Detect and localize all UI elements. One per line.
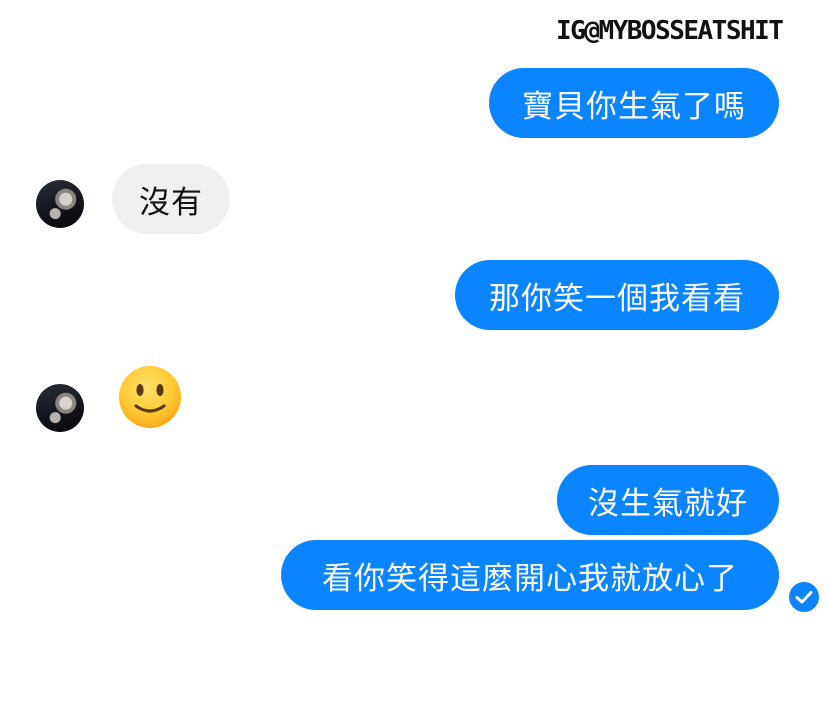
contact-avatar[interactable] [36,384,84,432]
slightly-smiling-face-emoji[interactable] [117,364,183,430]
contact-avatar[interactable] [36,180,84,228]
message-text: 沒有 [139,184,203,221]
message-text: 看你笑得這麼開心我就放心了 [322,560,738,597]
message-text: 那你笑一個我看看 [489,280,745,317]
message-text: 寶貝你生氣了嗎 [522,88,746,125]
watermark: IG@MYBOSSEATSHIT [556,16,784,46]
seen-check-icon [789,582,819,612]
message-bubble-incoming[interactable]: 沒有 [112,164,230,234]
message-text: 沒生氣就好 [588,485,748,522]
message-bubble-outgoing[interactable]: 沒生氣就好 [557,465,779,535]
message-bubble-outgoing[interactable]: 寶貝你生氣了嗎 [489,68,779,138]
message-bubble-outgoing[interactable]: 那你笑一個我看看 [455,260,779,330]
message-bubble-outgoing[interactable]: 看你笑得這麼開心我就放心了 [281,540,779,610]
